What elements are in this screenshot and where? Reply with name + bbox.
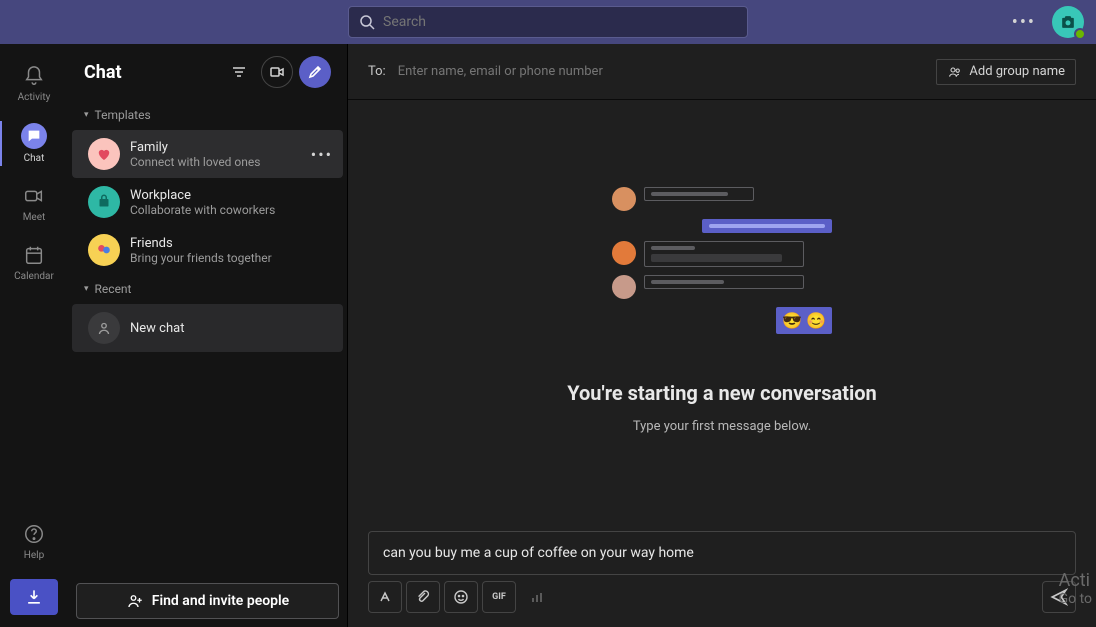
person-icon [88, 312, 120, 344]
compose-area: GIF [348, 521, 1096, 627]
template-sub: Bring your friends together [130, 251, 272, 265]
chat-list-title: Chat [84, 62, 122, 83]
search-input[interactable] [383, 14, 737, 30]
format-button[interactable] [368, 581, 402, 613]
recent-title: New chat [130, 321, 184, 336]
presence-badge [1074, 28, 1086, 40]
template-workplace[interactable]: Workplace Collaborate with coworkers [72, 178, 343, 226]
template-title: Friends [130, 236, 272, 251]
template-more-icon[interactable]: ••• [311, 145, 333, 164]
rail-calendar[interactable]: Calendar [0, 233, 68, 292]
template-title: Workplace [130, 188, 275, 203]
rail-label: Chat [24, 153, 45, 164]
friends-icon [88, 234, 120, 266]
group-name-label: Add group name [969, 64, 1065, 79]
chevron-down-icon: ▾ [84, 110, 89, 120]
new-chat-button[interactable] [299, 56, 331, 88]
chat-content: To: Add group name [348, 44, 1096, 627]
send-button[interactable] [1042, 581, 1076, 613]
hero-title: You're starting a new conversation [567, 381, 877, 405]
app-rail: Activity Chat Meet Calendar Help [0, 44, 68, 627]
calendar-icon [22, 243, 46, 267]
workplace-icon [88, 186, 120, 218]
content-header: To: Add group name [348, 44, 1096, 100]
template-title: Family [130, 140, 260, 155]
template-friends[interactable]: Friends Bring your friends together [72, 226, 343, 274]
section-label-text: Templates [95, 108, 151, 122]
to-input[interactable] [398, 64, 925, 79]
emoji-reaction: 😎😊 [776, 307, 832, 334]
title-bar: ••• [0, 0, 1096, 44]
search-box[interactable] [348, 6, 748, 38]
invite-people-button[interactable]: Find and invite people [76, 583, 339, 619]
rail-label: Calendar [14, 271, 54, 282]
group-icon [947, 64, 963, 80]
to-label: To: [368, 64, 386, 79]
empty-state: 😎😊 You're starting a new conversation Ty… [348, 100, 1096, 521]
template-sub: Collaborate with coworkers [130, 203, 275, 217]
chat-list-panel: Chat ▾ Templates Family [68, 44, 348, 627]
rail-chat[interactable]: Chat [0, 113, 68, 174]
template-sub: Connect with loved ones [130, 155, 260, 169]
meet-now-button[interactable] [261, 56, 293, 88]
help-icon [22, 522, 46, 546]
chat-icon [21, 123, 47, 149]
download-button[interactable] [10, 579, 58, 615]
video-icon [22, 184, 46, 208]
more-compose-button [520, 581, 554, 613]
rail-meet[interactable]: Meet [0, 174, 68, 233]
rail-label: Activity [18, 92, 51, 103]
attach-button[interactable] [406, 581, 440, 613]
gif-button[interactable]: GIF [482, 581, 516, 613]
family-icon [88, 138, 120, 170]
recent-new-chat[interactable]: New chat [72, 304, 343, 352]
conversation-illustration: 😎😊 [612, 187, 832, 367]
hero-sub: Type your first message below. [633, 419, 811, 434]
bell-icon [22, 64, 46, 88]
invite-label: Find and invite people [152, 593, 289, 609]
section-templates[interactable]: ▾ Templates [68, 100, 347, 130]
chevron-down-icon: ▾ [84, 284, 89, 294]
rail-label: Help [24, 550, 44, 561]
profile-avatar[interactable] [1052, 6, 1084, 38]
emoji-button[interactable] [444, 581, 478, 613]
template-family[interactable]: Family Connect with loved ones ••• [72, 130, 343, 178]
section-label-text: Recent [95, 282, 132, 296]
settings-more-icon[interactable]: ••• [1012, 12, 1036, 33]
rail-help[interactable]: Help [0, 512, 68, 571]
search-icon [359, 14, 375, 30]
message-input[interactable] [368, 531, 1076, 575]
rail-activity[interactable]: Activity [0, 54, 68, 113]
invite-icon [126, 592, 144, 610]
rail-label: Meet [23, 212, 46, 223]
section-recent[interactable]: ▾ Recent [68, 274, 347, 304]
filter-button[interactable] [223, 56, 255, 88]
add-group-name-button[interactable]: Add group name [936, 59, 1076, 85]
